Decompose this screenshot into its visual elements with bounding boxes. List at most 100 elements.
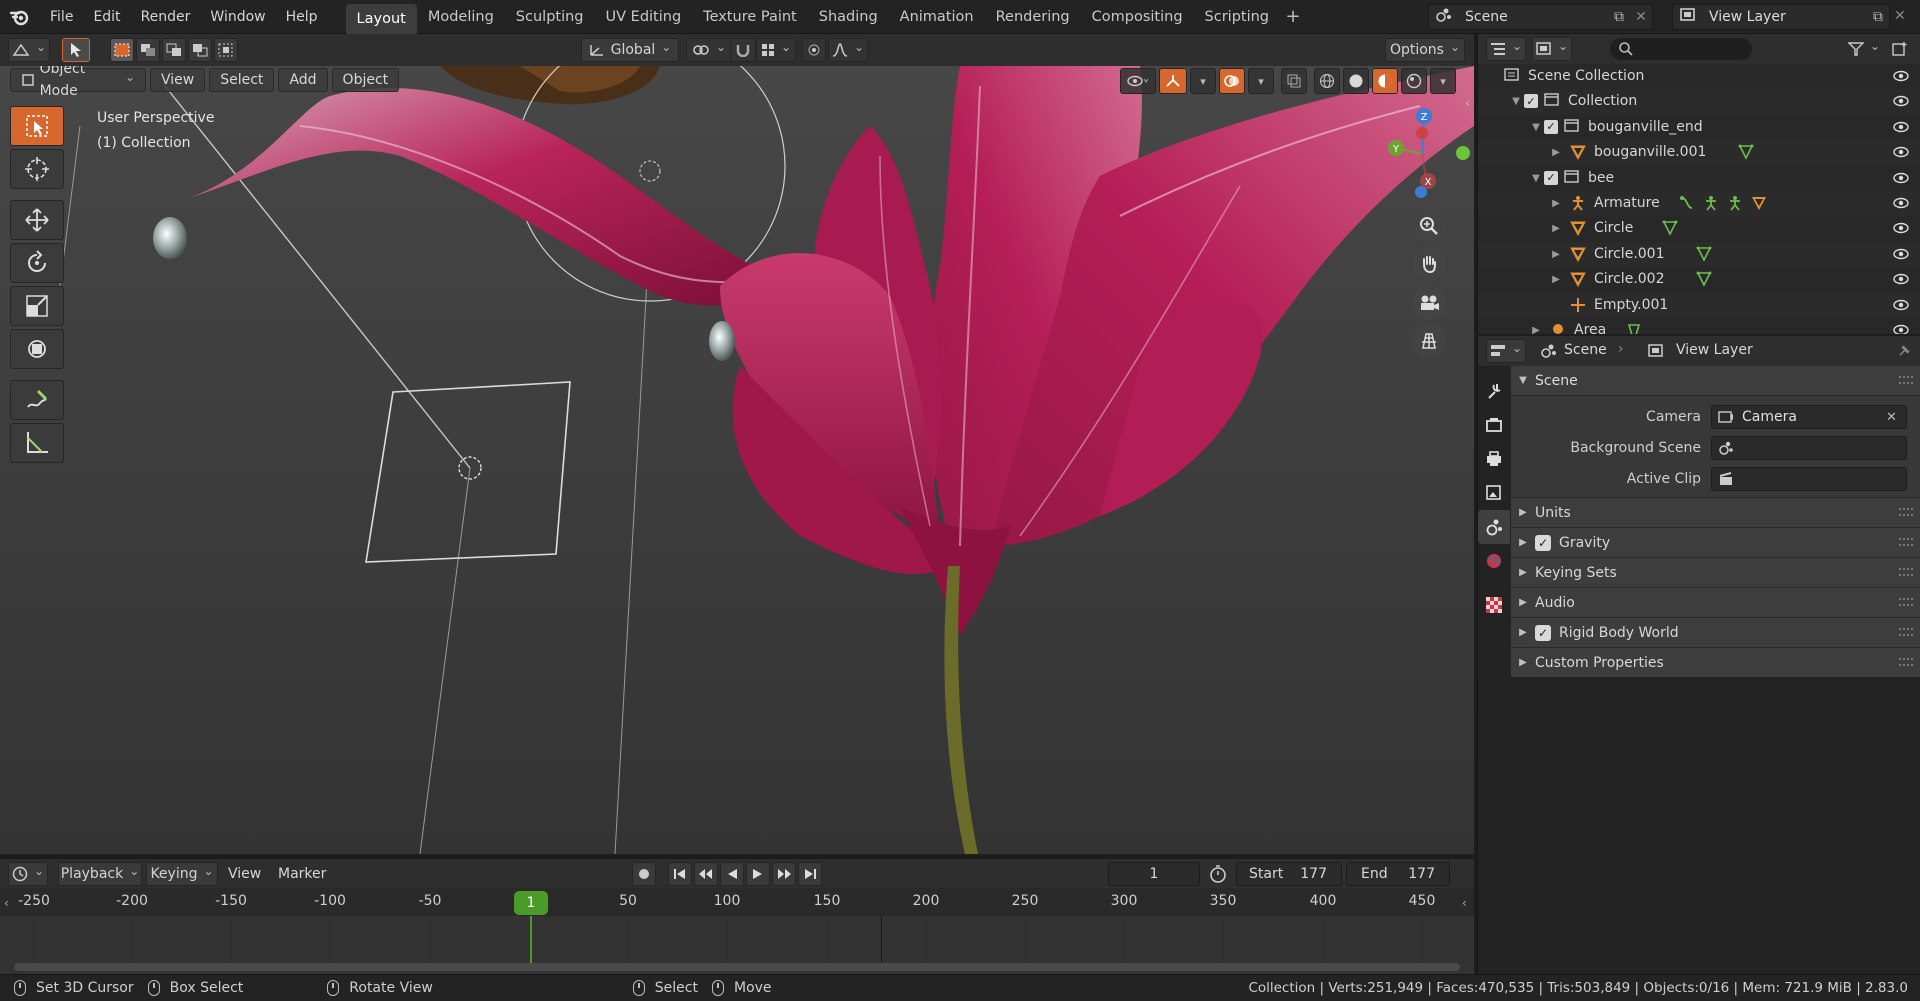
subpanel-header[interactable]: ▶ ✓ Gravity bbox=[1511, 527, 1920, 557]
camera-view-button[interactable] bbox=[1412, 286, 1446, 320]
outliner-row[interactable]: ▶ Area bbox=[1478, 318, 1920, 334]
overlays-toggle[interactable] bbox=[1219, 68, 1245, 94]
outliner-row[interactable]: ▼ ✓ Collection bbox=[1478, 89, 1920, 115]
mesh-data-icon[interactable] bbox=[1738, 144, 1754, 164]
enable-checkbox[interactable]: ✓ bbox=[1535, 534, 1551, 551]
pose-icon[interactable] bbox=[1703, 195, 1719, 215]
xray-toggle[interactable] bbox=[1281, 68, 1307, 94]
tab-modeling[interactable]: Modeling bbox=[417, 3, 505, 31]
pan-view-button[interactable] bbox=[1412, 247, 1446, 281]
outliner-row[interactable]: ▶ bouganville.001 bbox=[1478, 140, 1920, 166]
tab-sculpting[interactable]: Sculpting bbox=[505, 3, 595, 31]
collapse-timeline-icon[interactable]: ‹ bbox=[4, 896, 9, 910]
end-frame-field[interactable]: End 177 bbox=[1346, 861, 1450, 886]
select-tool-button[interactable] bbox=[62, 38, 90, 62]
jump-start-button[interactable] bbox=[668, 861, 692, 886]
menu-file[interactable]: File bbox=[40, 0, 83, 34]
drag-handle-icon[interactable] bbox=[1899, 538, 1913, 546]
subpanel-header[interactable]: ▶ Custom Properties bbox=[1511, 647, 1920, 677]
tab-tool[interactable] bbox=[1478, 374, 1510, 408]
eye-icon[interactable] bbox=[1893, 298, 1909, 312]
tab-view-layer[interactable] bbox=[1478, 476, 1510, 510]
eye-icon[interactable] bbox=[1893, 120, 1909, 134]
tab-rendering[interactable]: Rendering bbox=[985, 3, 1081, 31]
scene-panel-header[interactable]: ▼ Scene bbox=[1511, 366, 1920, 396]
snap-target-dropdown[interactable] bbox=[756, 38, 796, 62]
timeline-editor-type-button[interactable] bbox=[8, 861, 48, 886]
object-mode-dropdown[interactable]: Object Mode bbox=[10, 66, 146, 99]
tab-uv-editing[interactable]: UV Editing bbox=[595, 3, 693, 31]
tab-scripting[interactable]: Scripting bbox=[1194, 3, 1280, 31]
tab-compositing[interactable]: Compositing bbox=[1081, 3, 1194, 31]
clear-camera-icon[interactable]: ✕ bbox=[1886, 410, 1906, 425]
expand-closed-icon[interactable]: ▶ bbox=[1550, 223, 1562, 234]
expand-closed-icon[interactable]: ▶ bbox=[1550, 249, 1562, 260]
play-reverse-button[interactable] bbox=[720, 861, 744, 886]
mesh-data-icon[interactable] bbox=[1662, 220, 1678, 240]
timeline-scrollbar[interactable] bbox=[14, 963, 1460, 971]
viewport-menu-add[interactable]: Add bbox=[278, 68, 328, 92]
expand-open-icon[interactable]: ▼ bbox=[1530, 173, 1542, 184]
set-new-selection-button[interactable] bbox=[110, 38, 134, 62]
next-keyframe-button[interactable] bbox=[772, 861, 796, 886]
scene-selector[interactable]: Scene ⧉ ✕ bbox=[1428, 4, 1653, 30]
start-frame-field[interactable]: Start 177 bbox=[1236, 861, 1342, 886]
blender-logo-icon[interactable] bbox=[0, 0, 40, 34]
tab-texture[interactable] bbox=[1478, 588, 1510, 622]
eye-icon[interactable] bbox=[1893, 94, 1909, 108]
enable-checkbox[interactable]: ✓ bbox=[1535, 624, 1551, 641]
subpanel-header[interactable]: ▶ Units bbox=[1511, 497, 1920, 527]
gizmo-toggle[interactable] bbox=[1159, 68, 1187, 94]
cursor-tool[interactable] bbox=[10, 149, 64, 189]
play-button[interactable] bbox=[746, 861, 770, 886]
prev-keyframe-button[interactable] bbox=[694, 861, 718, 886]
properties-editor-type-button[interactable] bbox=[1486, 339, 1526, 363]
delete-view-layer-icon[interactable]: ✕ bbox=[1894, 8, 1906, 24]
view-layer-selector[interactable]: View Layer ⧉ bbox=[1672, 4, 1890, 30]
menu-help[interactable]: Help bbox=[276, 0, 328, 34]
display-mode-dropdown[interactable] bbox=[1532, 37, 1572, 61]
background-scene-field[interactable] bbox=[1711, 435, 1907, 460]
proportional-editing-toggle[interactable] bbox=[802, 38, 826, 62]
filter-dropdown[interactable] bbox=[1844, 37, 1884, 61]
drag-handle-icon[interactable] bbox=[1899, 508, 1913, 516]
transform-orientation-dropdown[interactable]: Global bbox=[581, 38, 679, 62]
outliner-row[interactable]: ▶ Circle bbox=[1478, 216, 1920, 241]
tab-animation[interactable]: Animation bbox=[889, 3, 985, 31]
outliner-editor-type-button[interactable] bbox=[1486, 37, 1526, 61]
expand-closed-icon[interactable]: ▶ bbox=[1530, 325, 1542, 334]
drag-handle-icon[interactable] bbox=[1899, 628, 1913, 636]
expand-closed-icon[interactable]: ▶ bbox=[1550, 198, 1562, 209]
outliner-row[interactable]: Scene Collection bbox=[1478, 64, 1920, 89]
overlays-dropdown[interactable]: ▾ bbox=[1248, 68, 1274, 94]
transform-tool[interactable] bbox=[10, 329, 64, 369]
editor-type-button[interactable] bbox=[8, 38, 50, 62]
drag-handle-icon[interactable] bbox=[1899, 598, 1913, 606]
frame-ruler[interactable]: -250 -200 -150 -100 -50 50 100 150 200 2… bbox=[0, 888, 1474, 916]
zoom-view-button[interactable] bbox=[1412, 209, 1446, 243]
tab-shading[interactable]: Shading bbox=[808, 3, 889, 31]
bone-constraint-icon[interactable] bbox=[1679, 195, 1695, 215]
expand-open-icon[interactable]: ▼ bbox=[1510, 96, 1522, 107]
outliner-row[interactable]: ▶ Circle.001 bbox=[1478, 241, 1920, 267]
timeline-view-menu[interactable]: View bbox=[228, 866, 261, 882]
new-collection-button[interactable] bbox=[1892, 41, 1908, 61]
viewport-menu-view[interactable]: View bbox=[150, 68, 206, 92]
eye-icon[interactable] bbox=[1893, 196, 1909, 210]
gizmo-dropdown[interactable]: ▾ bbox=[1190, 68, 1216, 94]
menu-window[interactable]: Window bbox=[200, 0, 275, 34]
mesh-icon-orange[interactable] bbox=[1751, 195, 1767, 215]
move-tool[interactable] bbox=[10, 200, 64, 240]
viewport-menu-object[interactable]: Object bbox=[331, 68, 400, 92]
3d-viewport[interactable]: Object Mode View Select Add Object User … bbox=[0, 66, 1474, 854]
visibility-dropdown[interactable] bbox=[1120, 68, 1156, 94]
eye-icon[interactable] bbox=[1893, 171, 1909, 185]
eye-icon[interactable] bbox=[1893, 221, 1909, 235]
tab-world[interactable] bbox=[1478, 544, 1510, 578]
proportional-falloff-dropdown[interactable] bbox=[828, 38, 868, 62]
measure-tool[interactable] bbox=[10, 423, 64, 463]
pin-icon[interactable] bbox=[1896, 343, 1912, 359]
exclude-checkbox[interactable]: ✓ bbox=[1544, 119, 1558, 134]
tab-render[interactable] bbox=[1478, 408, 1510, 442]
expand-open-icon[interactable]: ▼ bbox=[1530, 122, 1542, 133]
